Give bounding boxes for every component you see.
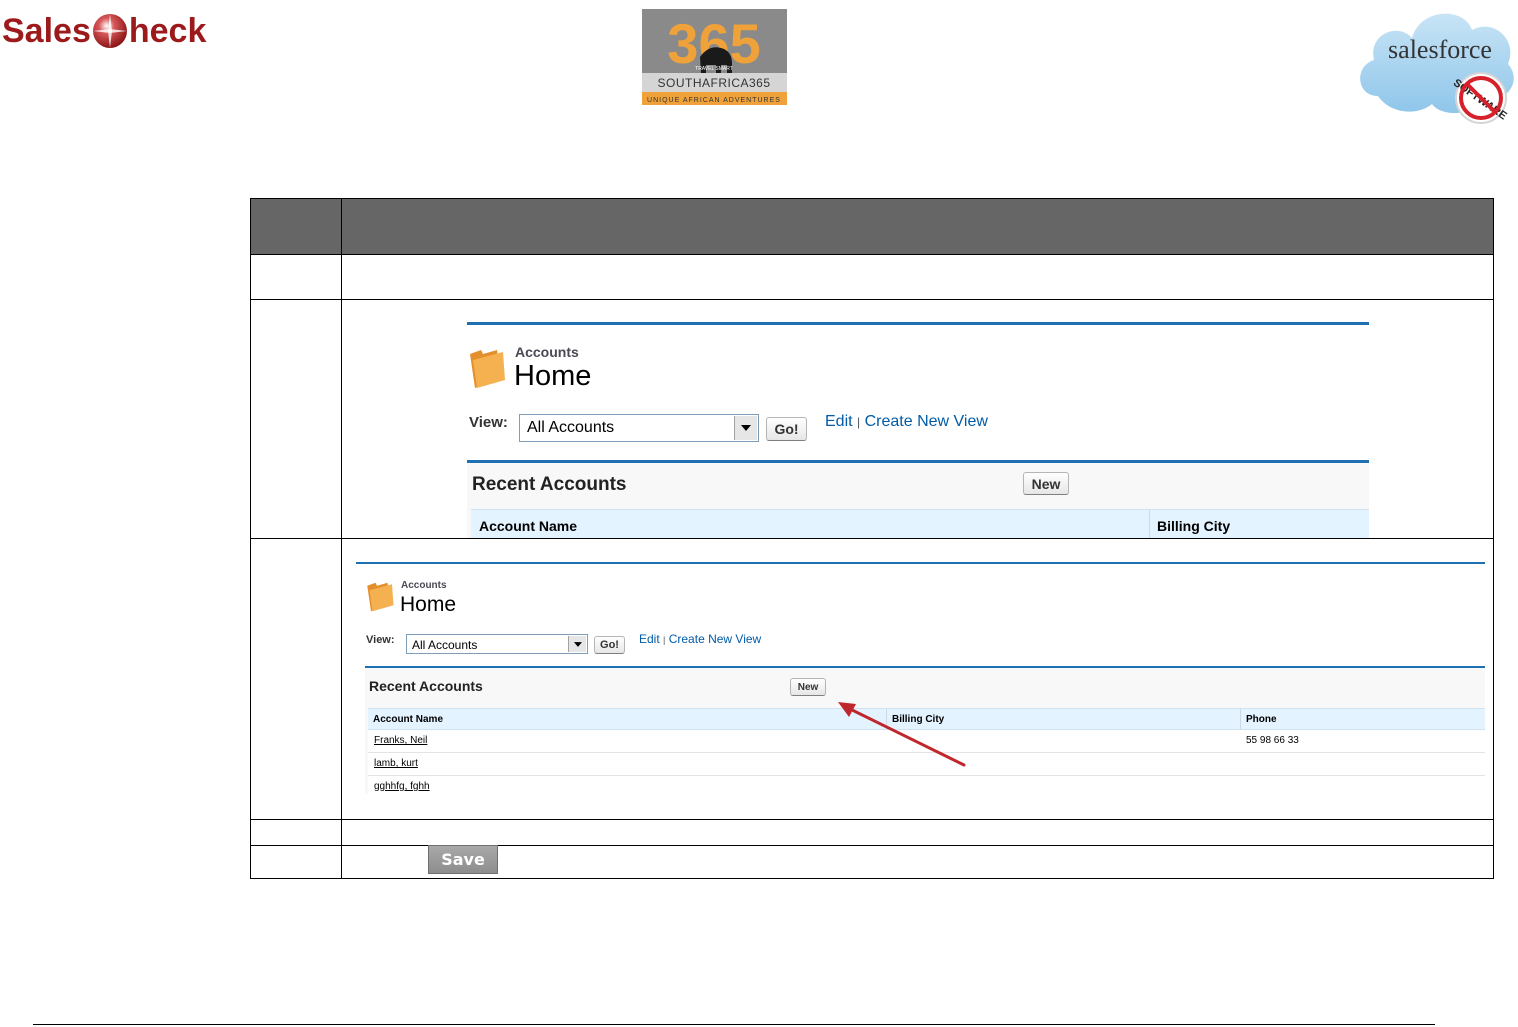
salesforce-wordmark: salesforce <box>1388 35 1492 64</box>
recent-accounts-table-header: Account Name Billing City <box>471 509 1369 538</box>
page-title: Home <box>400 593 457 616</box>
view-select-value: All Accounts <box>412 638 478 652</box>
account-name-link[interactable]: lamb, kurt <box>374 758 418 769</box>
column-divider <box>1240 709 1241 729</box>
column-divider <box>341 300 342 538</box>
column-divider <box>341 846 342 878</box>
view-select[interactable]: All Accounts <box>519 414 759 442</box>
chevron-down-icon <box>734 416 757 440</box>
southafrica365-logo-graphic: 365 TRAVEL SMART SOUTHAFRICA365 UNIQUE A… <box>640 7 789 107</box>
salescheck-ball-icon <box>92 14 127 48</box>
page-title: Home <box>514 360 592 392</box>
salescheck-logo-text-right: heck <box>128 11 207 50</box>
view-select-value: All Accounts <box>527 419 615 436</box>
account-name-link[interactable]: gghhfg, fghh <box>374 781 430 792</box>
page-caption: Accounts <box>401 580 447 591</box>
edit-view-link[interactable]: Edit <box>825 413 853 430</box>
create-new-view-link[interactable]: Create New View <box>669 632 761 646</box>
column-divider <box>341 820 342 845</box>
sa365-subtitle: UNIQUE AFRICAN ADVENTURES <box>647 97 781 104</box>
recent-accounts-panel: Recent Accounts New Account Name Billing… <box>467 460 1369 538</box>
edit-view-link[interactable]: Edit <box>639 632 660 646</box>
phone-cell: 55 98 66 33 <box>1246 735 1299 746</box>
new-account-button[interactable]: New <box>1023 472 1069 495</box>
salesforce-cloud-icon: salesforce SOFTWARE <box>1360 13 1514 124</box>
chevron-down-icon <box>568 636 586 652</box>
account-name-link[interactable]: Franks, Neil <box>374 735 427 746</box>
column-header-account-name[interactable]: Account Name <box>479 518 577 534</box>
folder-icon <box>470 350 505 388</box>
view-select[interactable]: All Accounts <box>406 634 588 654</box>
link-separator: | <box>663 635 666 645</box>
salescheck-logo: Sales heck <box>2 6 254 56</box>
salesforce-no-software-logo: salesforce SOFTWARE <box>1354 0 1518 128</box>
view-label: View: <box>366 634 395 646</box>
table-header-row <box>251 199 1493 254</box>
view-label: View: <box>469 414 508 431</box>
link-separator: | <box>857 415 861 429</box>
column-divider <box>341 199 342 254</box>
column-header-account-name[interactable]: Account Name <box>373 714 443 725</box>
page-caption: Accounts <box>515 344 579 360</box>
red-arrow-icon <box>838 702 966 767</box>
sf-header-line <box>467 322 1369 325</box>
view-links: Edit | Create New View <box>825 413 988 431</box>
sf-header-line <box>356 562 1485 564</box>
recent-accounts-title: Recent Accounts <box>472 474 627 495</box>
southafrica365-logo: 365 TRAVEL SMART SOUTHAFRICA365 UNIQUE A… <box>640 7 789 107</box>
recent-accounts-title: Recent Accounts <box>369 678 483 694</box>
salescheck-logo-text-left: Sales <box>2 11 91 50</box>
column-header-phone[interactable]: Phone <box>1246 714 1277 725</box>
table-row: gghhfg, fghh <box>368 776 1485 794</box>
column-header-billing-city[interactable]: Billing City <box>1157 518 1230 534</box>
save-button[interactable]: Save <box>428 845 498 874</box>
go-button[interactable]: Go! <box>766 417 807 441</box>
column-divider <box>341 539 342 819</box>
table-row <box>251 254 1493 299</box>
table-row <box>251 819 1493 845</box>
go-button[interactable]: Go! <box>594 636 625 654</box>
folder-icon <box>367 582 394 612</box>
new-account-button[interactable]: New <box>790 678 826 696</box>
accounts-home-screenshot-large: Accounts Home View: All Accounts Go! Edi… <box>467 322 1369 538</box>
column-divider <box>341 255 342 299</box>
column-divider <box>1149 510 1150 538</box>
footer-divider <box>33 1024 1435 1025</box>
view-links: Edit | Create New View <box>639 632 761 646</box>
sa365-tagline: TRAVEL SMART <box>695 66 733 72</box>
create-new-view-link[interactable]: Create New View <box>865 413 988 430</box>
sa365-name: SOUTHAFRICA365 <box>657 76 770 90</box>
